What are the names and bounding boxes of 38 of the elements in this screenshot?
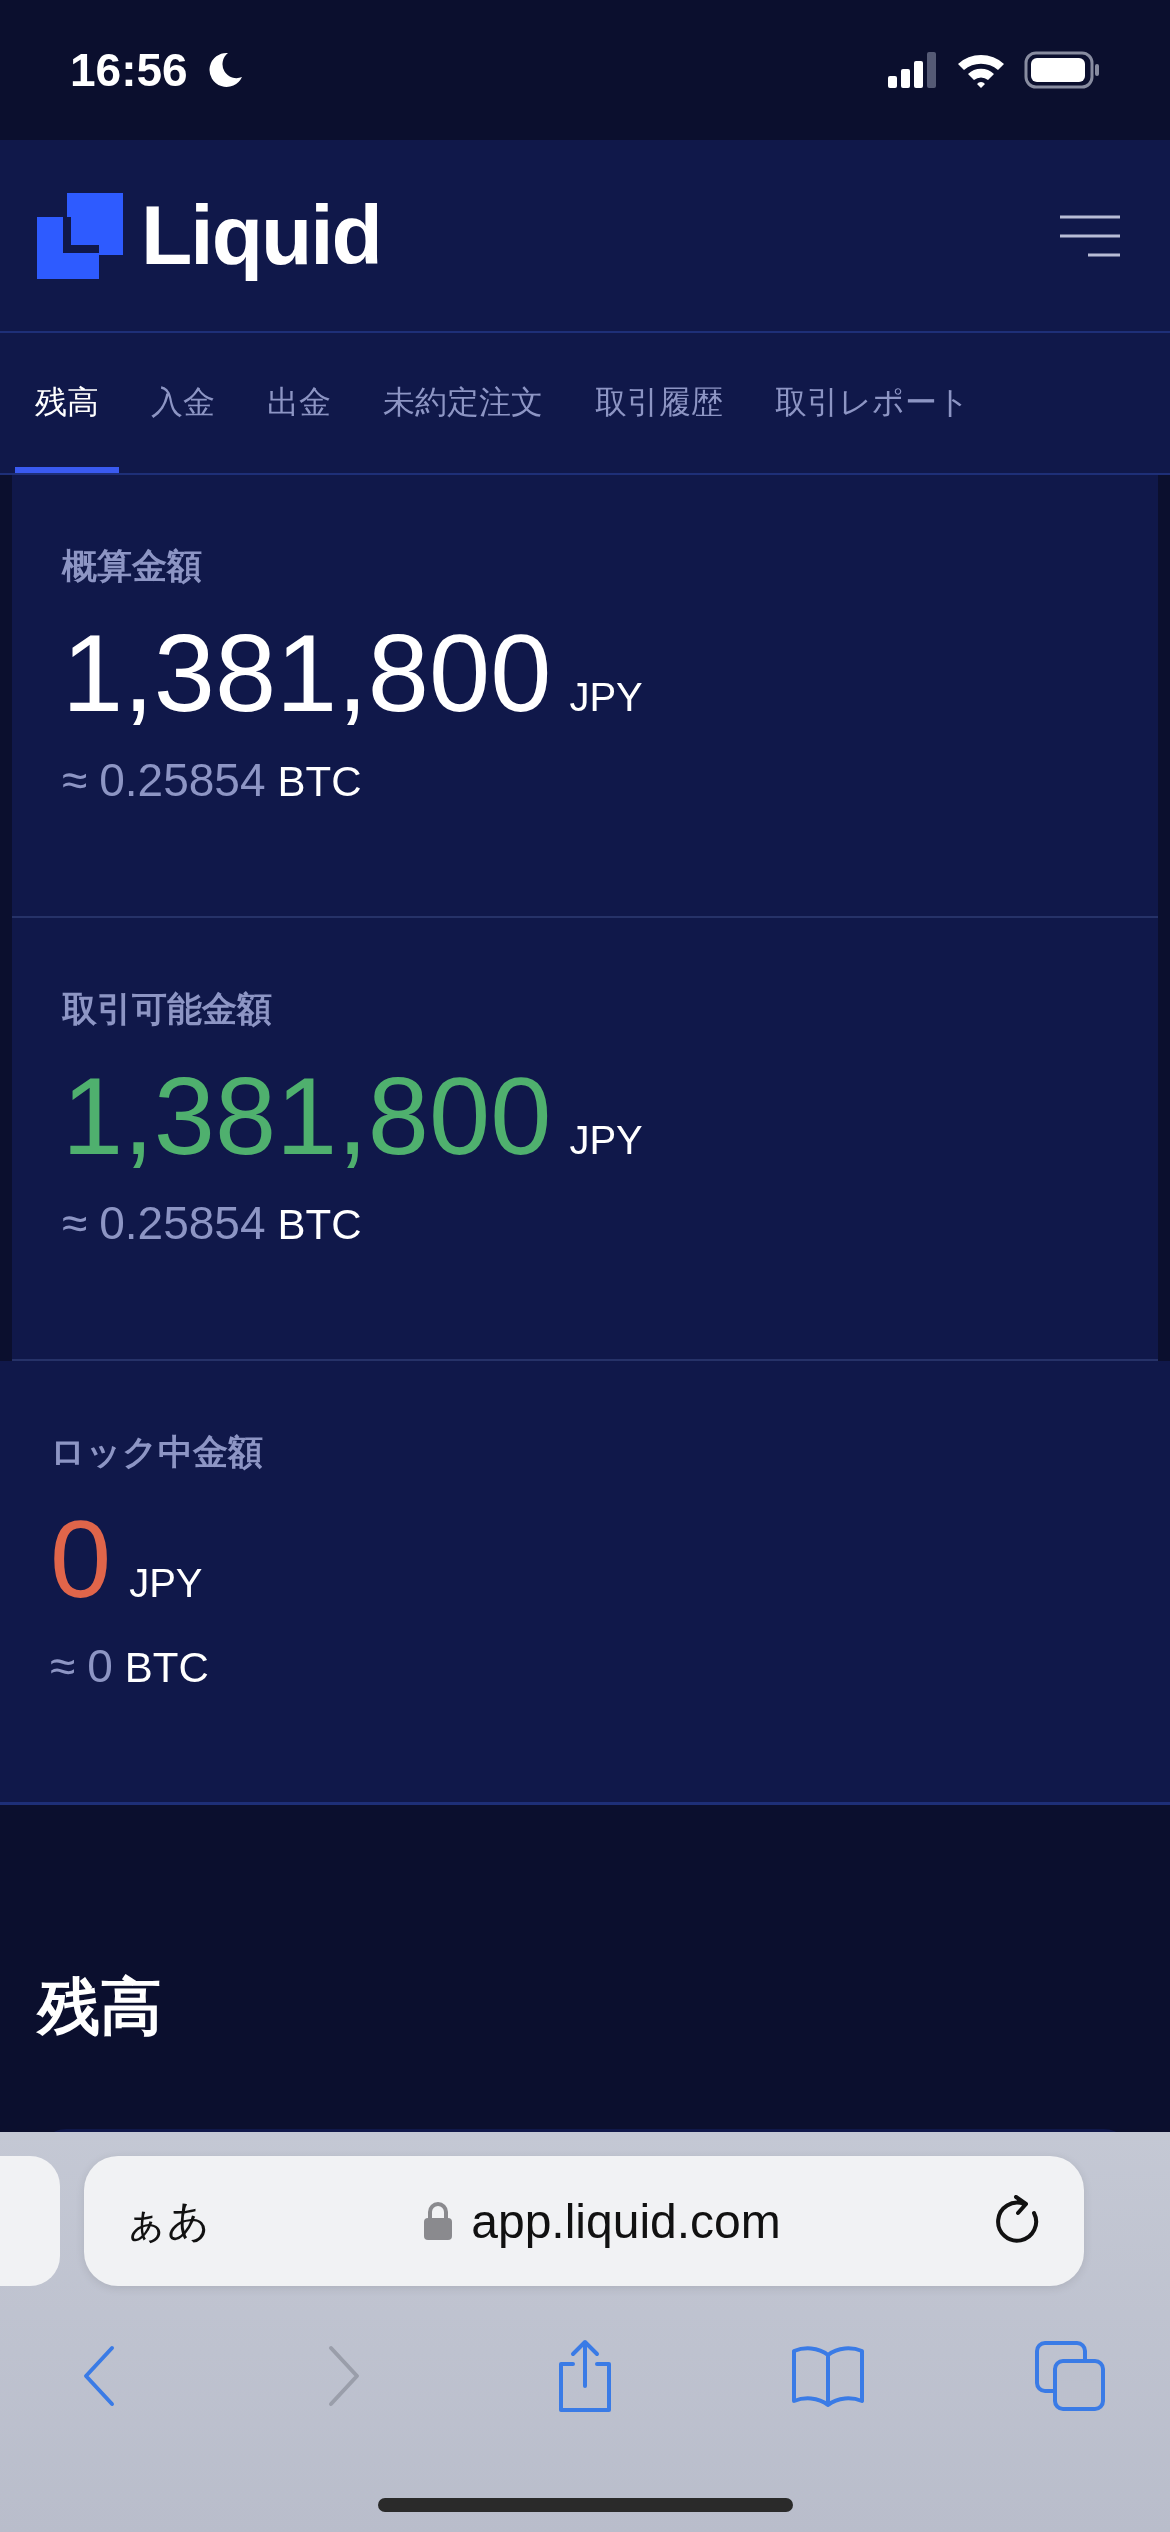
tabs-icon: [1035, 2341, 1105, 2411]
logo-icon: [37, 192, 123, 279]
lock-icon: [423, 2201, 454, 2241]
text-size-button[interactable]: ぁあ: [124, 2193, 210, 2249]
tab[interactable]: 取引履歴: [575, 333, 743, 473]
balance-label: 概算金額: [62, 545, 203, 588]
currency-label: JPY: [129, 1561, 203, 1606]
btc-unit: BTC: [277, 1201, 362, 1249]
section-heading: 残高: [38, 1969, 163, 2045]
url-text: app.liquid.com: [471, 2193, 781, 2249]
signal-icon: [888, 52, 938, 88]
status-time: 16:56: [70, 43, 188, 97]
approx-sign: ≈: [62, 1196, 88, 1250]
approx-sign: ≈: [62, 753, 88, 807]
btc-unit: BTC: [277, 758, 362, 806]
btc-unit: BTC: [124, 1644, 209, 1692]
tab[interactable]: 未約定注文: [363, 333, 563, 473]
balance-amount: 0: [50, 1498, 112, 1619]
balance-label: ロック中金額: [50, 1431, 264, 1474]
wifi-icon: [956, 52, 1006, 88]
btc-amount: 0.25854: [99, 753, 266, 807]
currency-label: JPY: [569, 1118, 643, 1163]
btc-amount: 0: [87, 1639, 113, 1693]
tab[interactable]: 出金: [247, 333, 351, 473]
book-icon: [789, 2345, 866, 2407]
previous-tab-card[interactable]: [0, 2156, 60, 2286]
battery-icon: [1024, 51, 1100, 89]
tab[interactable]: 入金: [131, 333, 235, 473]
balance-amount: 1,381,800: [62, 1055, 552, 1176]
approx-sign: ≈: [50, 1639, 76, 1693]
balance-amount: 1,381,800: [62, 612, 552, 733]
address-bar[interactable]: ぁあ app.liquid.com: [84, 2156, 1084, 2286]
btc-amount: 0.25854: [99, 1196, 266, 1250]
currency-label: JPY: [569, 675, 643, 720]
tab[interactable]: 取引レポート: [755, 333, 990, 473]
menu-icon[interactable]: [1060, 214, 1120, 257]
brand-name: Liquid: [141, 187, 381, 284]
balance-label: 取引可能金額: [62, 988, 273, 1031]
